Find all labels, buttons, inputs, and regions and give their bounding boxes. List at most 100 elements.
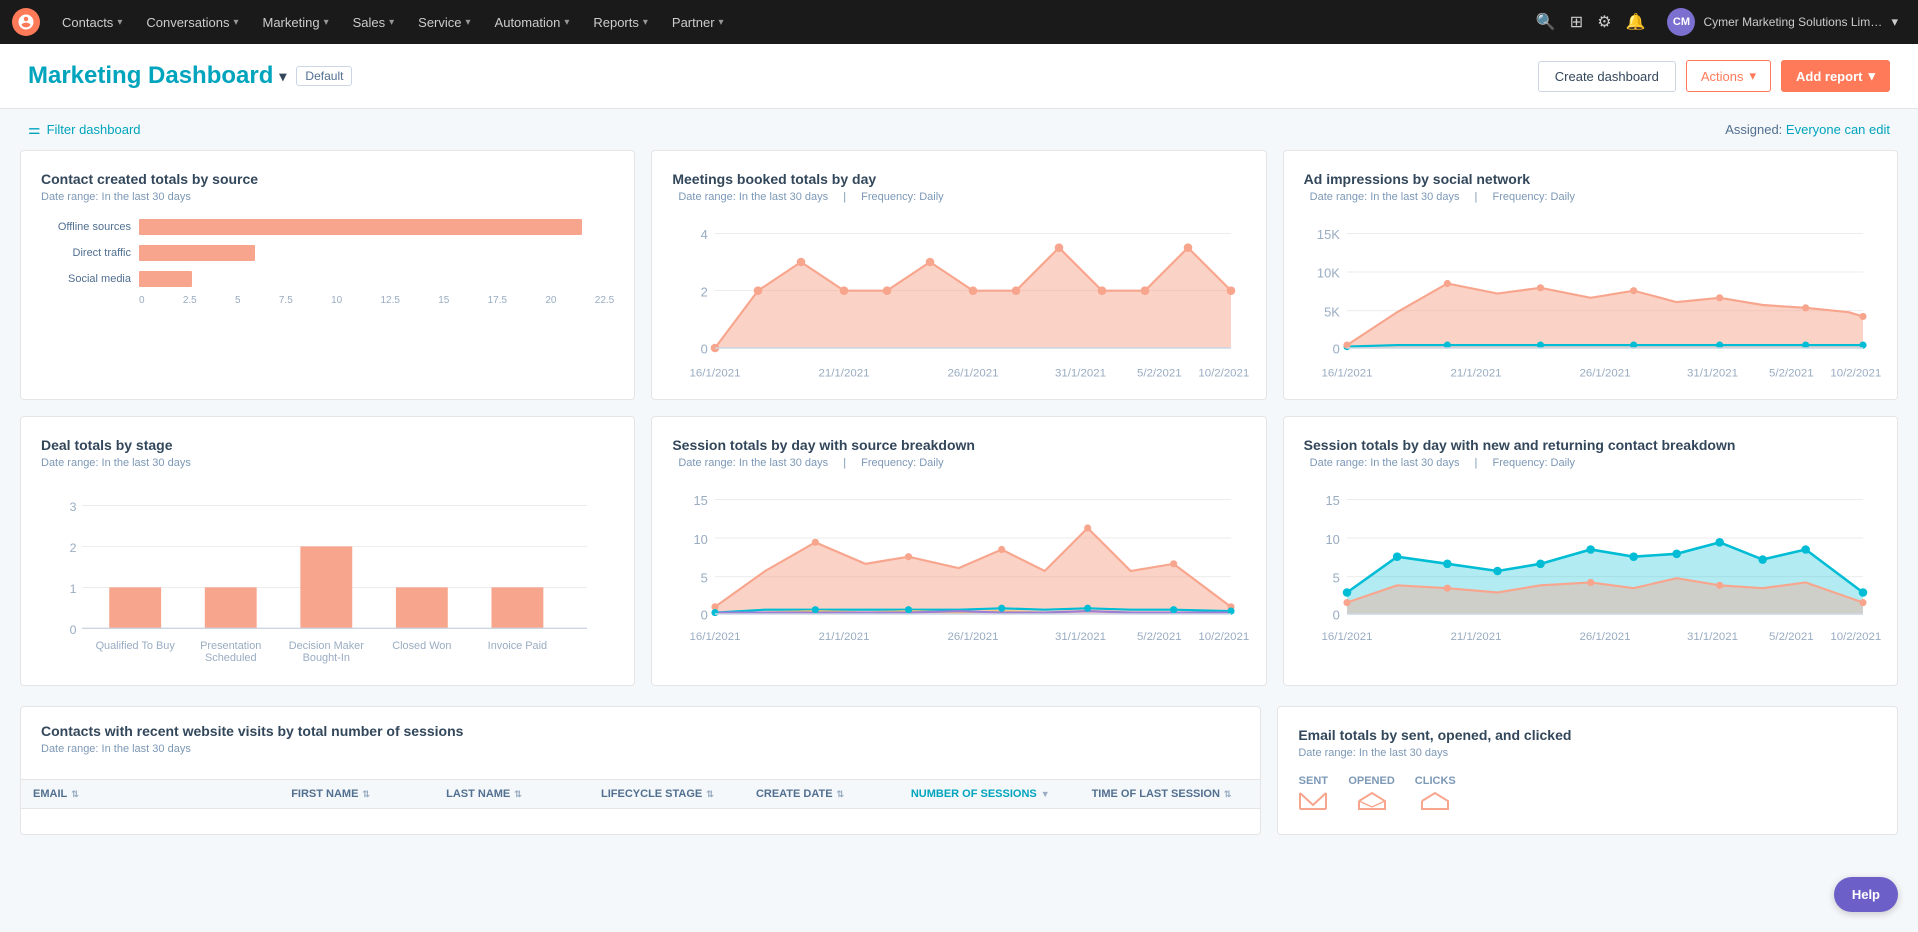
filter-bar: ⚌ Filter dashboard Assigned: Everyone ca…: [0, 109, 1918, 150]
chevron-down-icon: ▾: [466, 17, 471, 28]
svg-text:0: 0: [70, 623, 77, 637]
svg-text:2: 2: [701, 284, 708, 299]
nav-service[interactable]: Service ▾: [408, 11, 480, 34]
bar-axis: 0 2.5 5 7.5 10 12.5 15 17.5 20 22.5: [41, 295, 614, 306]
th-firstname[interactable]: FIRST NAME ⇅: [279, 780, 434, 808]
svg-text:4: 4: [701, 227, 708, 242]
chevron-down-icon: ▾: [1749, 68, 1756, 84]
sort-icon: ⇅: [362, 789, 370, 800]
svg-text:Bought-In: Bought-In: [303, 652, 350, 664]
sort-active-icon: ▼: [1041, 789, 1050, 799]
avatar: CM: [1667, 8, 1695, 36]
filter-icon: ⚌: [28, 121, 41, 138]
bar-fill: [139, 271, 192, 287]
card-subtitle: Date range: In the last 30 days | Freque…: [672, 191, 1245, 203]
metric-clicks: CLICKS: [1415, 775, 1456, 814]
svg-text:Invoice Paid: Invoice Paid: [488, 640, 547, 652]
chevron-down-icon: ▾: [719, 17, 724, 28]
svg-text:Qualified To Buy: Qualified To Buy: [96, 640, 176, 652]
card-title: Session totals by day with source breakd…: [672, 437, 1245, 453]
svg-text:5/2/2021: 5/2/2021: [1137, 368, 1182, 380]
th-lastsession[interactable]: TIME OF LAST SESSION ⇅: [1080, 780, 1261, 808]
nav-reports[interactable]: Reports ▾: [583, 11, 658, 34]
sort-icon: ⇅: [71, 789, 79, 800]
svg-text:5K: 5K: [1324, 304, 1340, 319]
nav-automation[interactable]: Automation ▾: [485, 11, 580, 34]
filter-dashboard-button[interactable]: ⚌ Filter dashboard: [28, 121, 141, 138]
search-icon[interactable]: 🔍: [1536, 12, 1556, 32]
card-email-totals: Email totals by sent, opened, and clicke…: [1277, 706, 1898, 835]
area-chart-ad: 15K 10K 5K 0: [1304, 219, 1877, 379]
svg-text:Presentation: Presentation: [200, 640, 261, 652]
area-chart-meetings: 4 2 0: [672, 219, 1245, 379]
apps-icon[interactable]: ⊞: [1570, 12, 1583, 32]
th-lastname[interactable]: LAST NAME ⇅: [434, 780, 589, 808]
svg-text:0: 0: [1332, 342, 1339, 357]
card-contacts-table: Contacts with recent website visits by t…: [20, 706, 1261, 835]
chevron-down-icon: ▾: [117, 17, 122, 28]
notifications-icon[interactable]: 🔔: [1626, 12, 1646, 32]
svg-text:21/1/2021: 21/1/2021: [819, 368, 870, 380]
table-header: EMAIL ⇅ FIRST NAME ⇅ LAST NAME ⇅ LIFECYC…: [21, 779, 1260, 809]
svg-text:5: 5: [1332, 570, 1339, 585]
svg-text:10/2/2021: 10/2/2021: [1830, 368, 1881, 380]
area-chart-session-contact: 15 10 5 0: [1304, 485, 1877, 655]
card-subtitle: Date range: In the last 30 days: [41, 191, 614, 203]
svg-text:5/2/2021: 5/2/2021: [1769, 368, 1814, 380]
th-createdate[interactable]: CREATE DATE ⇅: [744, 780, 899, 808]
header-bar: Marketing Dashboard ▾ Default Create das…: [0, 44, 1918, 109]
svg-text:16/1/2021: 16/1/2021: [1321, 368, 1372, 380]
help-button[interactable]: Help: [1834, 877, 1898, 912]
svg-text:15K: 15K: [1317, 227, 1340, 242]
card-title: Deal totals by stage: [41, 437, 614, 453]
actions-button[interactable]: Actions ▾: [1686, 60, 1771, 92]
sort-icon: ⇅: [706, 789, 714, 800]
th-email[interactable]: EMAIL ⇅: [21, 780, 279, 808]
assigned-section: Assigned: Everyone can edit: [1725, 122, 1890, 137]
hubspot-logo[interactable]: [12, 8, 40, 36]
chevron-down-icon: ▾: [233, 17, 238, 28]
bottom-section: Contacts with recent website visits by t…: [0, 706, 1918, 855]
create-dashboard-button[interactable]: Create dashboard: [1538, 61, 1676, 92]
area-chart-svg: 15 10 5 0: [672, 485, 1245, 686]
metric-sent: SENT: [1298, 775, 1328, 814]
nav-marketing[interactable]: Marketing ▾: [252, 11, 338, 34]
svg-text:31/1/2021: 31/1/2021: [1687, 631, 1738, 643]
svg-text:10: 10: [694, 532, 708, 547]
dashboard-title[interactable]: Marketing Dashboard ▾: [28, 62, 286, 90]
svg-text:Closed Won: Closed Won: [392, 640, 451, 652]
bar-row: Direct traffic: [41, 245, 614, 261]
chevron-down-icon: ▾: [324, 17, 329, 28]
chevron-down-icon: ▾: [389, 17, 394, 28]
svg-text:26/1/2021: 26/1/2021: [1579, 368, 1630, 380]
bar-fill: [139, 219, 582, 235]
sort-icon: ⇅: [514, 789, 522, 800]
card-session-contact: Session totals by day with new and retur…: [1283, 416, 1898, 686]
assigned-link[interactable]: Everyone can edit: [1786, 122, 1890, 137]
nav-partner[interactable]: Partner ▾: [662, 11, 734, 34]
sort-icon: ⇅: [837, 789, 845, 800]
card-title: Meetings booked totals by day: [672, 171, 1245, 187]
add-report-button[interactable]: Add report ▾: [1781, 60, 1890, 92]
area-chart-svg: 15 10 5 0: [1304, 485, 1877, 686]
nav-contacts[interactable]: Contacts ▾: [52, 11, 132, 34]
bar-row: Offline sources: [41, 219, 614, 235]
vbar-chart-deals: 3 2 1 0 Qualified To Buy Presentation Sc…: [41, 485, 614, 665]
svg-text:10/2/2021: 10/2/2021: [1199, 368, 1250, 380]
svg-text:31/1/2021: 31/1/2021: [1055, 631, 1106, 643]
svg-text:26/1/2021: 26/1/2021: [948, 631, 999, 643]
card-title: Contact created totals by source: [41, 171, 614, 187]
nav-conversations[interactable]: Conversations ▾: [136, 11, 248, 34]
account-menu[interactable]: CM Cymer Marketing Solutions Limited ▾: [1659, 4, 1906, 40]
th-lifecycle[interactable]: LIFECYCLE STAGE ⇅: [589, 780, 744, 808]
th-sessions[interactable]: NUMBER OF SESSIONS ▼: [899, 780, 1080, 808]
bar-chart: Offline sources Direct traffic Social me…: [41, 219, 614, 287]
email-metrics: SENT OPENED: [1298, 775, 1877, 814]
sent-icon: [1298, 791, 1328, 811]
settings-icon[interactable]: ⚙: [1597, 12, 1611, 32]
nav-sales[interactable]: Sales ▾: [343, 11, 405, 34]
svg-text:16/1/2021: 16/1/2021: [690, 631, 741, 643]
svg-text:2: 2: [70, 541, 77, 555]
area-chart-svg: 15K 10K 5K 0: [1304, 219, 1877, 400]
clicks-icon: [1420, 791, 1450, 811]
